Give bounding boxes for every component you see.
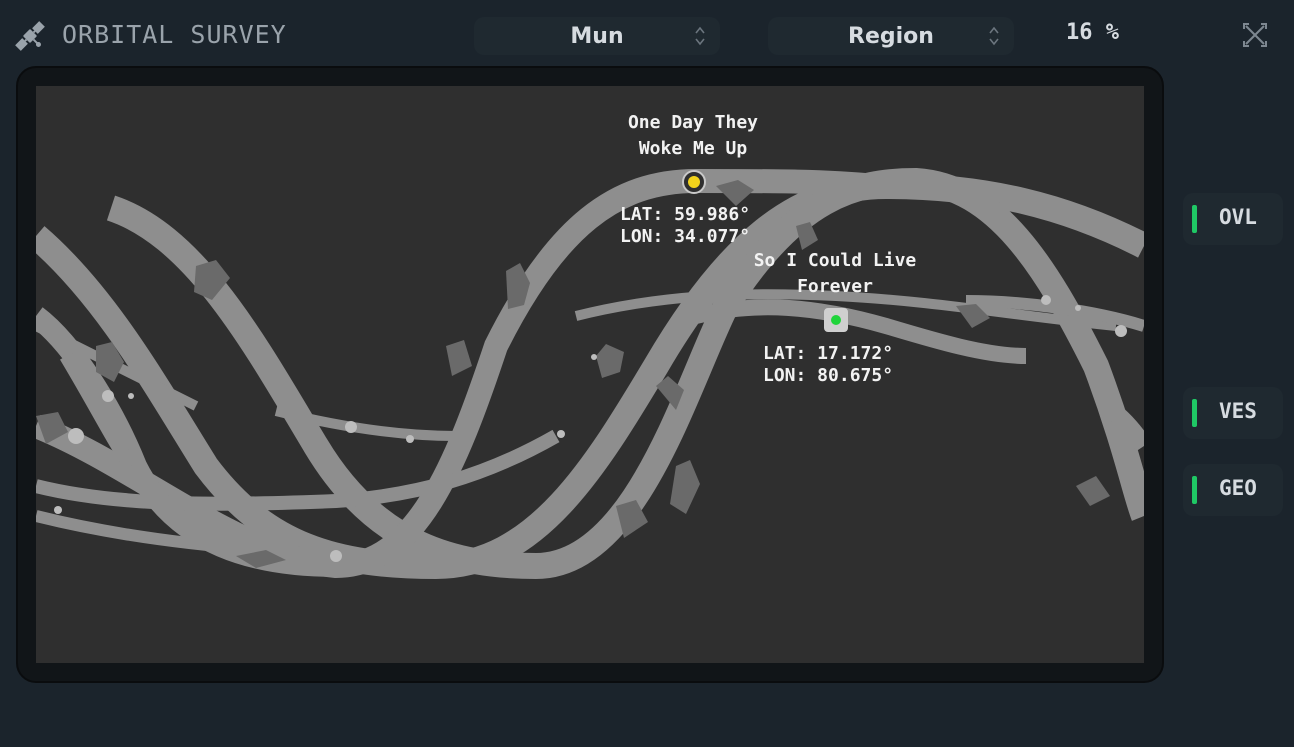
overlay-toggle-label: OVL <box>1219 205 1257 229</box>
vessel-marker-dot <box>688 176 700 188</box>
survey-map[interactable]: One Day They Woke Me Up LAT: 59.986° LON… <box>36 86 1144 663</box>
celestial-body-selector[interactable]: Mun <box>474 17 720 55</box>
vessel-marker-so-i-could[interactable] <box>824 308 848 332</box>
app-title: ORBITAL SURVEY <box>62 20 287 49</box>
toggle-indicator <box>1192 476 1197 504</box>
vessel-coordinates: LAT: 59.986° LON: 34.077° <box>620 204 751 247</box>
scan-coverage-percent: 16 % <box>1066 20 1119 45</box>
vessel-marker-dot <box>831 315 841 325</box>
title-bar: ORBITAL SURVEY Mun Region 16 % <box>0 0 1294 70</box>
toggle-indicator <box>1192 205 1197 233</box>
scanned-ground-tracks <box>36 167 1144 580</box>
vessels-toggle-label: VES <box>1219 399 1257 423</box>
overlay-toggle-button[interactable]: OVL <box>1183 193 1283 245</box>
vessels-toggle-button[interactable]: VES <box>1183 387 1283 439</box>
close-icon[interactable] <box>1240 20 1270 50</box>
vessel-marker-one-day[interactable] <box>682 170 706 194</box>
map-mode-value: Region <box>848 23 934 49</box>
vessel-name-label: One Day They Woke Me Up <box>627 112 759 159</box>
map-mode-selector[interactable]: Region <box>768 17 1014 55</box>
geo-toggle-label: GEO <box>1219 476 1257 500</box>
toggle-indicator <box>1192 399 1197 427</box>
vessel-name-label: So I Could Live Forever <box>753 250 917 297</box>
satellite-icon <box>15 21 45 51</box>
geo-toggle-button[interactable]: GEO <box>1183 464 1283 516</box>
vessel-coordinates: LAT: 17.172° LON: 80.675° <box>763 343 894 386</box>
up-down-chevron-icon <box>989 26 999 46</box>
celestial-body-value: Mun <box>570 23 624 49</box>
up-down-chevron-icon <box>695 26 705 46</box>
